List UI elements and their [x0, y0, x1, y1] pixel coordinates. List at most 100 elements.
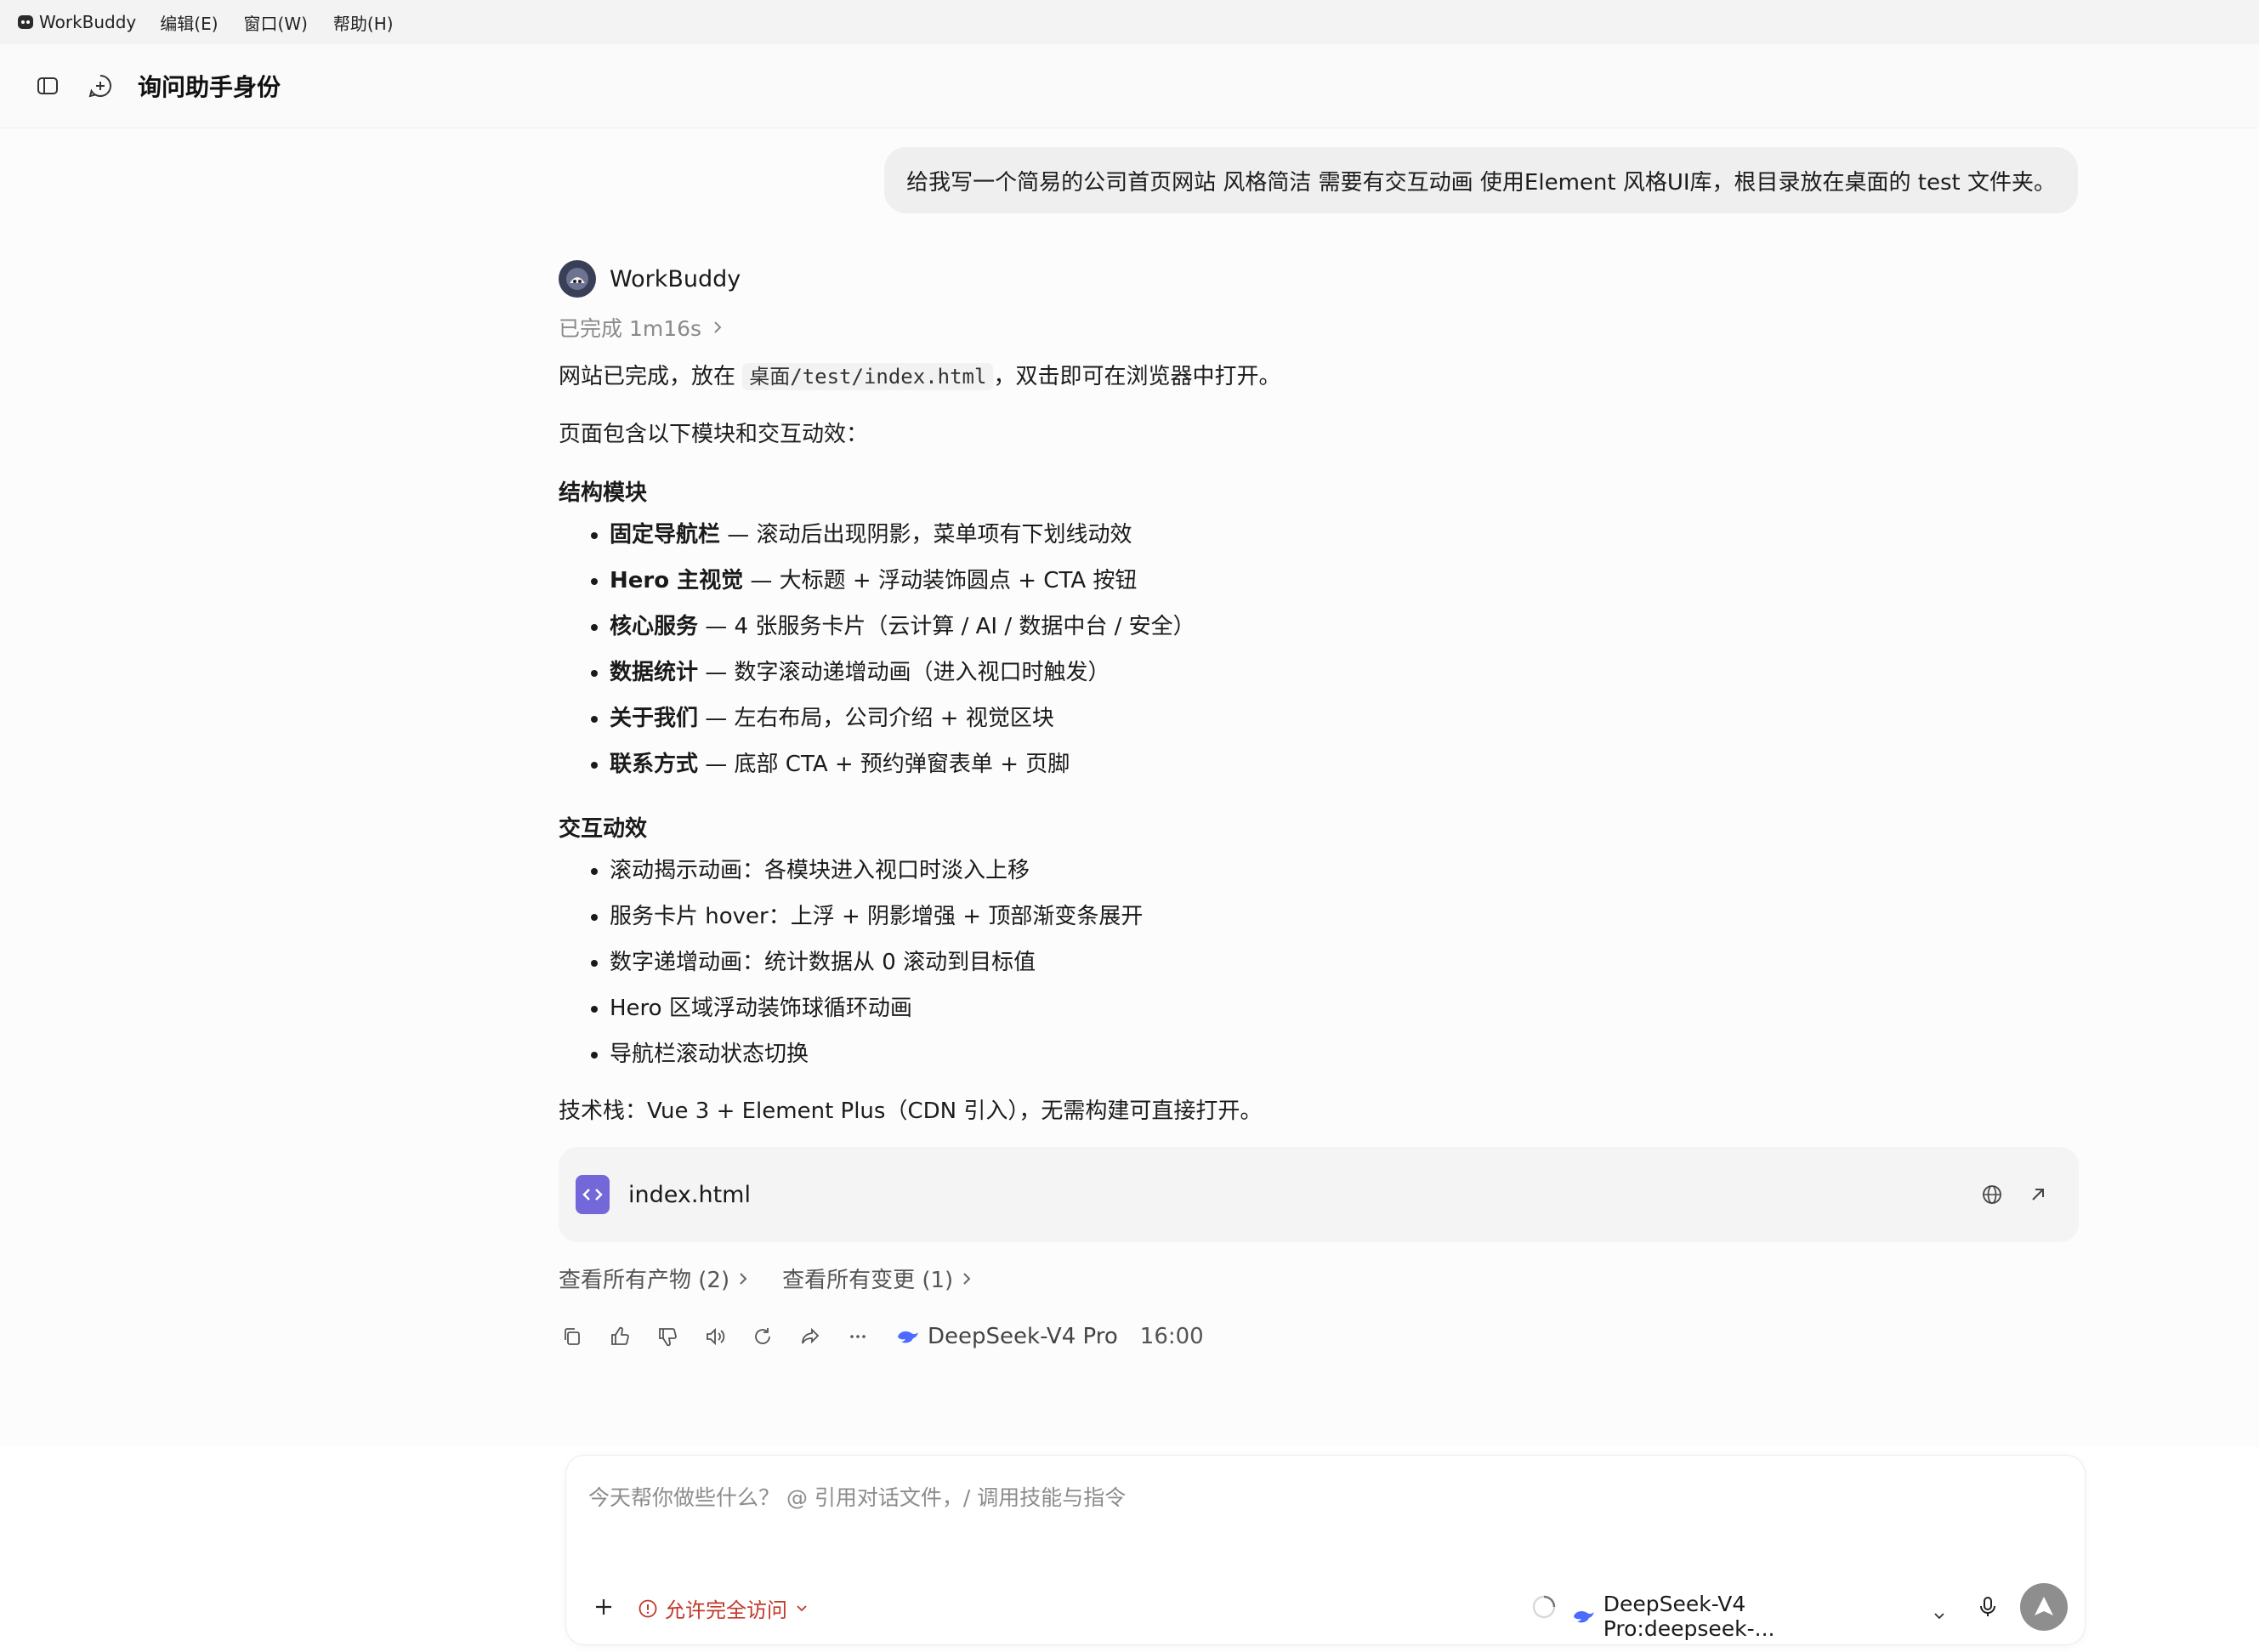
view-changes-link[interactable]: 查看所有变更 (1) — [782, 1263, 972, 1294]
list-item: Hero 主视觉 — 大标题 + 浮动装饰圆点 + CTA 按钮 — [610, 558, 2079, 604]
section-title-interaction: 交互动效 — [559, 816, 648, 842]
assistant-name: WorkBuddy — [610, 265, 741, 292]
message-time: 16:00 — [1139, 1324, 1204, 1349]
list-item-text: — 滚动后出现阴影，菜单项有下划线动效 — [720, 522, 1132, 548]
menu-help[interactable]: 帮助(H) — [333, 10, 394, 35]
user-message-bubble: 给我写一个简易的公司首页网站 风格简洁 需要有交互动画 使用Element 风格… — [884, 147, 2078, 213]
microphone-icon — [1980, 1597, 1995, 1616]
html-file-icon — [576, 1175, 610, 1214]
interaction-list: 滚动揭示动画：各模块进入视口时淡入上移 服务卡片 hover：上浮 + 阴影增强… — [559, 848, 2079, 1077]
list-item: 核心服务 — 4 张服务卡片（云计算 / AI / 数据中台 / 安全） — [610, 604, 2079, 650]
workbuddy-logo-icon — [18, 15, 33, 29]
code-brackets-icon — [582, 1189, 603, 1201]
completion-status[interactable]: 已完成 1m16s — [559, 312, 2079, 343]
tech-stack-paragraph: 技术栈：Vue 3 + Element Plus（CDN 引入），无需构建可直接… — [559, 1098, 1263, 1124]
regenerate-button[interactable] — [746, 1320, 780, 1354]
copy-button[interactable] — [555, 1320, 589, 1354]
new-chat-icon — [88, 75, 111, 98]
new-chat-button[interactable] — [83, 69, 117, 103]
more-button[interactable] — [841, 1320, 875, 1354]
list-item: Hero 区域浮动装饰球循环动画 — [610, 985, 2079, 1031]
completion-status-text: 已完成 1m16s — [559, 316, 702, 341]
model-name: DeepSeek-V4 Pro — [928, 1324, 1118, 1349]
composer-toolbar: 允许完全访问 DeepSeek-V4 Pro:deepseek-... — [566, 1573, 2085, 1644]
list-item: 服务卡片 hover：上浮 + 阴影增强 + 顶部渐变条展开 — [610, 894, 2079, 940]
app-name: WorkBuddy — [39, 12, 137, 32]
file-actions — [1963, 1178, 2055, 1212]
menu-bar: WorkBuddy 编辑(E) 窗口(W) 帮助(H) — [0, 0, 2259, 44]
access-label: 允许完全访问 — [665, 1598, 787, 1622]
workbuddy-avatar-icon — [566, 268, 588, 290]
deepseek-logo-icon — [1573, 1610, 1594, 1623]
chevron-down-icon — [1934, 1613, 1944, 1620]
like-button[interactable] — [603, 1320, 637, 1354]
model-selector[interactable]: DeepSeek-V4 Pro:deepseek-... — [1571, 1592, 1945, 1641]
intro-prefix: 网站已完成，放在 — [559, 364, 743, 389]
section-title-structure: 结构模块 — [559, 480, 648, 506]
chevron-right-icon — [714, 321, 722, 333]
access-permission-dropdown[interactable]: 允许完全访问 — [638, 1593, 814, 1623]
read-aloud-button[interactable] — [698, 1320, 732, 1354]
message-input[interactable] — [587, 1479, 2035, 1515]
open-in-browser-button[interactable] — [1975, 1178, 2009, 1212]
file-path-code: 桌面/test/index.html — [742, 363, 994, 390]
deepseek-logo-icon — [898, 1331, 918, 1343]
contains-paragraph: 页面包含以下模块和交互动效： — [559, 422, 869, 447]
menu-edit[interactable]: 编辑(E) — [160, 10, 218, 35]
share-button[interactable] — [793, 1320, 827, 1354]
chat-area: 给我写一个简易的公司首页网站 风格简洁 需要有交互动画 使用Element 风格… — [0, 128, 2259, 1446]
list-item: 关于我们 — 左右布局，公司介绍 + 视觉区块 — [610, 695, 2079, 741]
list-item-text: — 4 张服务卡片（云计算 / AI / 数据中台 / 安全） — [698, 614, 1195, 639]
more-horizontal-icon — [850, 1335, 866, 1338]
warning-circle-icon — [639, 1599, 657, 1617]
list-item-text: — 大标题 + 浮动装饰圆点 + CTA 按钮 — [743, 568, 1138, 593]
list-item: 固定导航栏 — 滚动后出现阴影，菜单项有下划线动效 — [610, 512, 2079, 558]
thumbs-up-icon — [611, 1326, 629, 1345]
share-icon — [802, 1327, 820, 1344]
sidebar-toggle-icon — [37, 77, 58, 94]
menu-window[interactable]: 窗口(W) — [244, 10, 308, 35]
sidebar-toggle-button[interactable] — [31, 69, 65, 103]
view-artifacts-link[interactable]: 查看所有产物 (2) — [559, 1263, 748, 1294]
chat-header: 询问助手身份 — [0, 44, 2259, 128]
loading-spinner-icon — [1532, 1595, 1556, 1619]
plus-icon — [596, 1599, 611, 1615]
view-artifacts-label: 查看所有产物 (2) — [559, 1268, 730, 1293]
list-item-text: — 数字滚动递增动画（进入视口时触发） — [698, 660, 1110, 685]
globe-icon — [1983, 1185, 2001, 1204]
refresh-icon — [755, 1328, 770, 1344]
artifact-links: 查看所有产物 (2) 查看所有变更 (1) — [559, 1263, 2079, 1294]
view-changes-label: 查看所有变更 (1) — [782, 1268, 954, 1293]
intro-paragraph: 网站已完成，放在 桌面/test/index.html ，双击即可在浏览器中打开。 — [559, 360, 2079, 394]
list-item: 滚动揭示动画：各模块进入视口时淡入上移 — [610, 848, 2079, 894]
model-tag: DeepSeek-V4 Pro — [895, 1324, 1118, 1349]
open-external-button[interactable] — [2021, 1178, 2055, 1212]
model-selector-label: DeepSeek-V4 Pro:deepseek-... — [1603, 1592, 1775, 1641]
list-item-bold: 关于我们 — [610, 706, 699, 731]
thumbs-down-icon — [659, 1328, 677, 1347]
list-item-bold: 固定导航栏 — [610, 522, 721, 548]
attach-button[interactable] — [587, 1590, 621, 1624]
structure-list: 固定导航栏 — 滚动后出现阴影，菜单项有下划线动效 Hero 主视觉 — 大标题… — [559, 512, 2079, 787]
list-item-bold: 核心服务 — [610, 614, 699, 639]
file-name: index.html — [628, 1181, 751, 1208]
app-logo: WorkBuddy — [17, 12, 136, 32]
file-card[interactable]: index.html — [559, 1147, 2079, 1242]
voice-input-button[interactable] — [1972, 1592, 2003, 1622]
message-actions: DeepSeek-V4 Pro 16:00 — [559, 1320, 2079, 1354]
list-item-bold: 数据统计 — [610, 660, 699, 685]
chevron-down-icon — [797, 1604, 807, 1611]
list-item: 数字递增动画：统计数据从 0 滚动到目标值 — [610, 940, 2079, 985]
composer: 允许完全访问 DeepSeek-V4 Pro:deepseek-... — [566, 1456, 2085, 1644]
chevron-right-icon — [963, 1272, 971, 1285]
send-button[interactable] — [2020, 1583, 2068, 1631]
list-item: 导航栏滚动状态切换 — [610, 1031, 2079, 1077]
send-arrow-icon — [2035, 1597, 2053, 1615]
assistant-message: WorkBuddy 已完成 1m16s 网站已完成，放在 桌面/test/ind… — [559, 258, 2079, 1354]
chevron-right-icon — [740, 1272, 747, 1285]
dislike-button[interactable] — [650, 1320, 684, 1354]
avatar — [559, 260, 596, 298]
copy-icon — [565, 1328, 580, 1345]
intro-suffix: ，双击即可在浏览器中打开。 — [993, 364, 1281, 389]
list-item: 数据统计 — 数字滚动递增动画（进入视口时触发） — [610, 650, 2079, 695]
